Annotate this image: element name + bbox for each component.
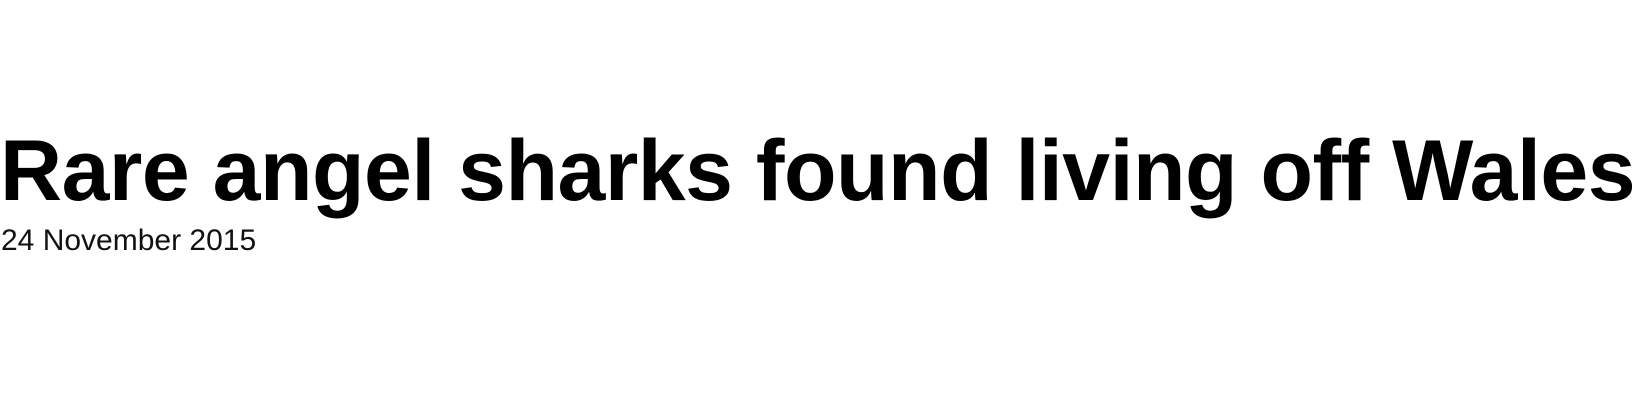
- article-headline: Rare angel sharks found living off Wales: [0, 123, 1636, 219]
- article-header: Rare angel sharks found living off Wales…: [0, 0, 1642, 400]
- article-date: 24 November 2015: [1, 224, 257, 257]
